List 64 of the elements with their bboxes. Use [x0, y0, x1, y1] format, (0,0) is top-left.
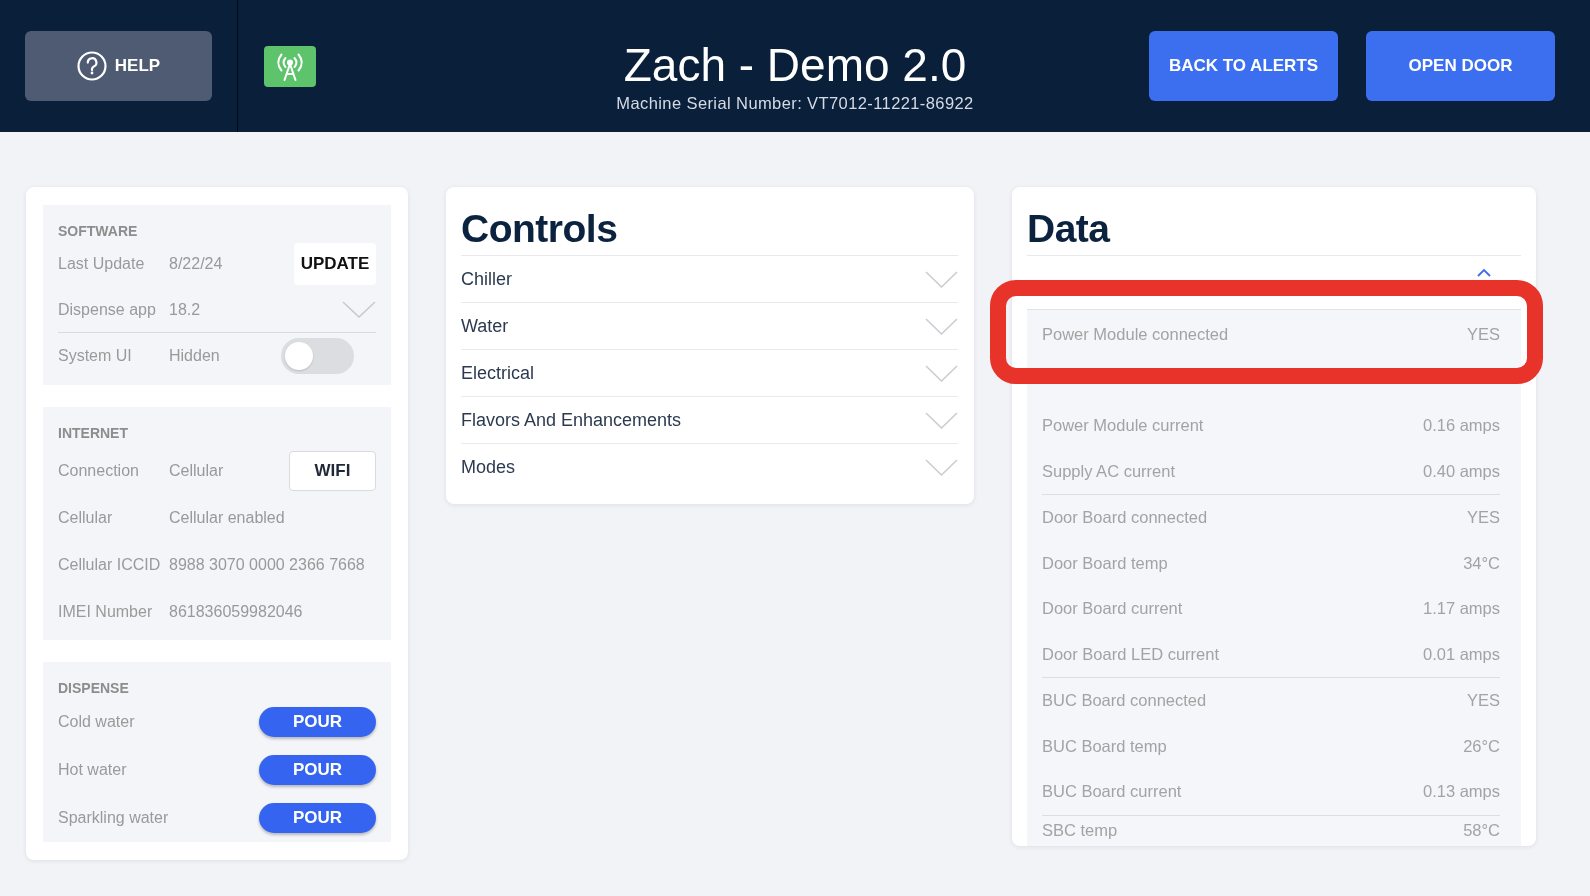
reading-label: BUC Board current	[1042, 782, 1182, 802]
pour-button[interactable]: POUR	[259, 803, 376, 833]
row-value: Hidden	[169, 347, 220, 365]
chevron-up-icon[interactable]	[1477, 269, 1491, 277]
card-title: Controls	[461, 203, 958, 256]
reading-value: 1.17 amps	[1422, 599, 1500, 619]
section-heading: DISPENSE	[58, 680, 130, 696]
reading-value: 34°C	[1463, 553, 1500, 573]
row-label: Sparkling water	[58, 809, 169, 827]
reading-label: BUC Board temp	[1042, 736, 1167, 756]
wifi-button[interactable]: WIFI	[289, 450, 376, 491]
accordion-row[interactable]: Flavors And Enhancements	[461, 397, 958, 444]
section-heading: SOFTWARE	[58, 223, 139, 239]
row-label: System UI	[58, 347, 133, 365]
section-heading: INTERNET	[58, 425, 129, 441]
antenna-icon	[264, 45, 316, 87]
accordion-row[interactable]: Water	[461, 303, 958, 350]
reading-label: Power Module current	[1042, 416, 1204, 436]
toggle-switch[interactable]	[281, 338, 354, 374]
pour-button[interactable]: POUR	[259, 707, 376, 737]
row-value: 18.2	[169, 300, 201, 319]
row-value: 8/22/24	[169, 255, 223, 273]
row-label: Hot water	[58, 761, 128, 779]
header-button[interactable]: OPEN DOOR	[1366, 31, 1555, 101]
reading-value: YES	[1466, 325, 1500, 345]
accordion-row[interactable]: Modes	[461, 444, 958, 490]
card-title: Data	[1027, 203, 1521, 256]
row-label: Cold water	[58, 713, 136, 731]
reading-label: BUC Board connected	[1042, 691, 1207, 711]
accordion-row[interactable]: Chiller	[461, 256, 958, 303]
row-value: Cellular enabled	[169, 508, 285, 527]
reading-label: Door Board LED current	[1042, 644, 1219, 664]
update-button[interactable]: UPDATE	[294, 243, 376, 285]
reading-label: Door Board current	[1042, 599, 1183, 619]
help-button[interactable]: HELP	[25, 31, 212, 101]
reading-value: 0.13 amps	[1422, 782, 1500, 802]
reading-value: YES	[1466, 508, 1500, 528]
reading-value: 26°C	[1463, 736, 1500, 756]
reading-value: 0.01 amps	[1422, 644, 1500, 664]
chevron-down-icon[interactable]	[342, 301, 376, 318]
accordion-row[interactable]: Electrical	[461, 350, 958, 397]
reading-label: Door Board temp	[1042, 553, 1168, 573]
help-icon	[76, 51, 107, 81]
reading-label: SBC temp	[1042, 821, 1118, 840]
reading-value: 58°C	[1463, 821, 1500, 840]
reading-label: Power Module connected	[1042, 325, 1229, 345]
header-button[interactable]: BACK TO ALERTS	[1149, 31, 1338, 101]
row-label: Last Update	[58, 255, 146, 273]
reading-value: YES	[1466, 691, 1500, 711]
row-label: Cellular	[58, 508, 114, 527]
row-value: 8988 3070 0000 2366 7668	[169, 555, 365, 574]
reading-value: 0.40 amps	[1422, 461, 1500, 481]
reading-value: 0.16 amps	[1422, 416, 1500, 436]
row-label: Connection	[58, 461, 140, 480]
row-label: IMEI Number	[58, 602, 154, 621]
reading-label: Supply AC current	[1042, 461, 1175, 481]
machine-title: Zach - Demo 2.0	[622, 38, 968, 92]
row-value: 861836059982046	[169, 602, 303, 621]
serial-number: Machine Serial Number: VT7012-11221-86922	[616, 93, 974, 113]
row-label: Dispense app	[58, 300, 157, 319]
pour-button[interactable]: POUR	[259, 755, 376, 785]
row-label: Cellular ICCID	[58, 555, 162, 574]
reading-label: Door Board connected	[1042, 508, 1208, 528]
row-value: Cellular	[169, 461, 224, 480]
